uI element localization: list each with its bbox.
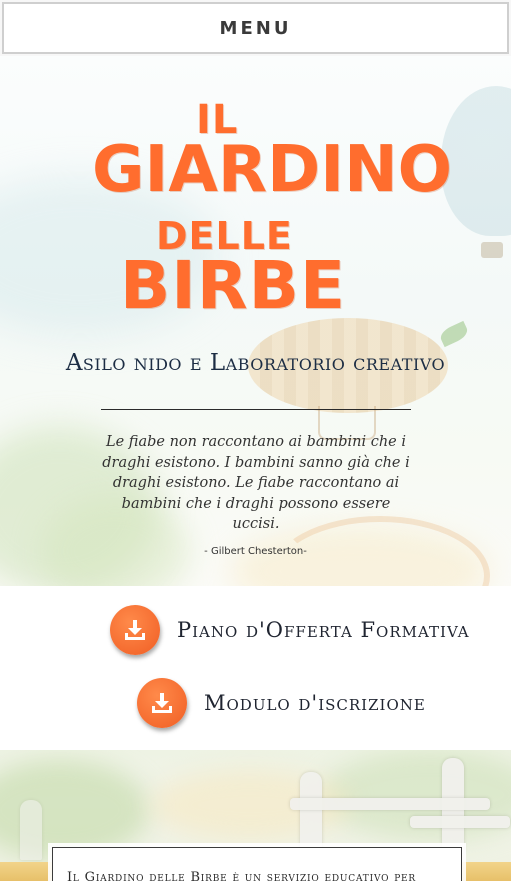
intro-text: Il Giardino delle Birbe è un servizio ed… bbox=[67, 870, 416, 881]
site-logo[interactable]: IL GIARDINO DELLE BIRBE bbox=[0, 56, 511, 336]
download-pof-link[interactable]: Piano d'Offerta Formativa bbox=[110, 605, 470, 655]
menu-button[interactable]: MENU bbox=[2, 2, 509, 54]
fence-post-illustration bbox=[300, 772, 322, 852]
fence-rail-illustration bbox=[410, 816, 510, 828]
hero-section: IL GIARDINO DELLE BIRBE Asilo nido e Lab… bbox=[0, 56, 511, 586]
menu-label: MENU bbox=[219, 17, 292, 39]
download-modulo-link[interactable]: Modulo d'iscrizione bbox=[137, 678, 426, 728]
quote-text: Le fiabe non raccontano ai bambini che i… bbox=[102, 434, 410, 532]
quote-author: - Gilbert Chesterton- bbox=[204, 546, 307, 557]
download-pof-label[interactable]: Piano d'Offerta Formativa bbox=[177, 618, 470, 642]
menu-bar: MENU bbox=[0, 0, 511, 56]
site-subtitle: Asilo nido e Laboratorio creativo bbox=[65, 350, 446, 376]
intro-card: Il Giardino delle Birbe è un servizio ed… bbox=[52, 847, 462, 881]
download-icon[interactable] bbox=[137, 678, 187, 728]
divider bbox=[101, 409, 411, 410]
downloads-section: Piano d'Offerta Formativa Modulo d'iscri… bbox=[0, 586, 511, 750]
logo-word-birbe: BIRBE bbox=[120, 247, 347, 324]
logo-word-giardino: GIARDINO bbox=[92, 133, 453, 207]
download-icon[interactable] bbox=[110, 605, 160, 655]
download-modulo-label[interactable]: Modulo d'iscrizione bbox=[204, 691, 426, 715]
fence-rail-illustration bbox=[290, 798, 490, 810]
fence-post-illustration bbox=[20, 800, 42, 860]
